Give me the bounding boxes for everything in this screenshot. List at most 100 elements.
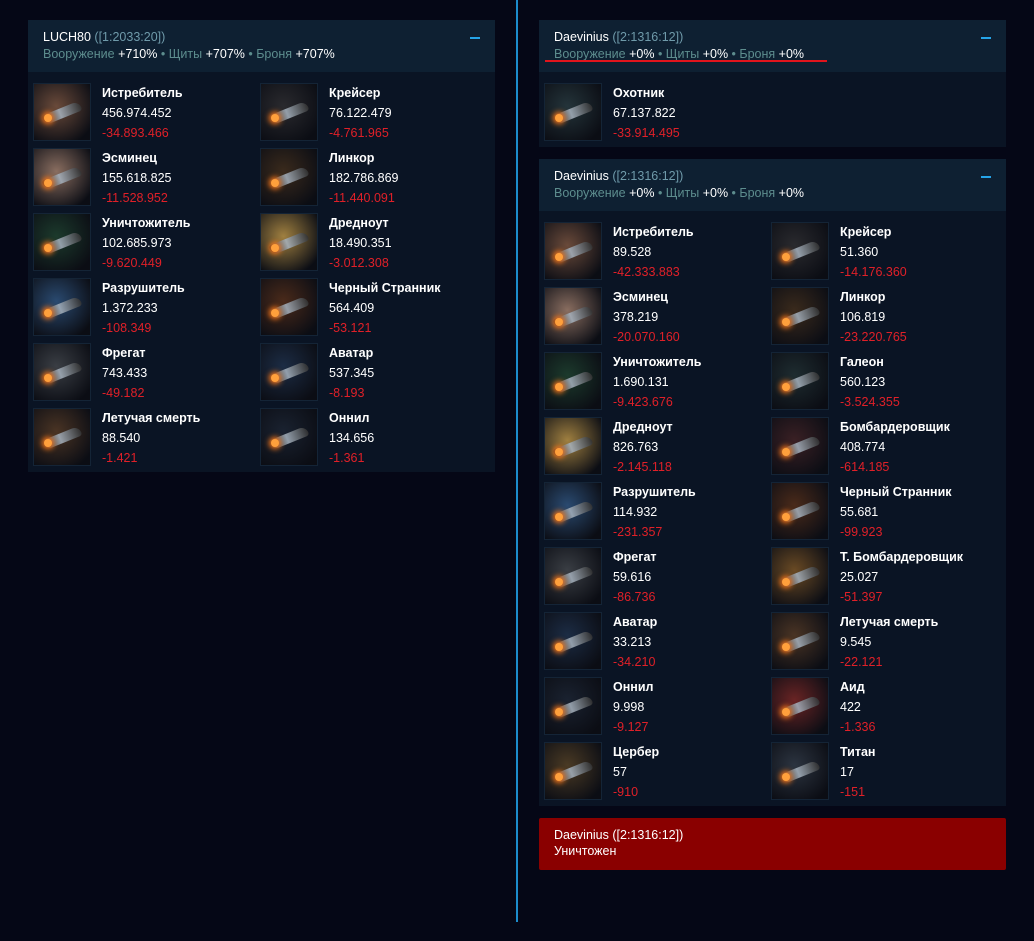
ship-name: Истребитель (102, 86, 183, 100)
ship-name: Оннил (329, 411, 370, 425)
collapse-icon[interactable] (470, 37, 480, 39)
ship-info: Черный Странник 55.681 -99.923 (840, 481, 952, 546)
ship-name: Разрушитель (102, 281, 185, 295)
ship-count: 408.774 (840, 440, 886, 454)
engine-glow (782, 383, 790, 391)
ship-item: Охотник 67.137.822 -33.914.495 (544, 82, 771, 147)
dreadnought-icon (260, 213, 318, 271)
ship-info: Уничтожитель 102.685.973 -9.620.449 (102, 212, 190, 277)
armor-label: Броня (256, 47, 292, 61)
ship-loss: -33.914.495 (613, 126, 680, 140)
wrecker-icon (33, 278, 91, 336)
ship-item: Оннил 134.656 -1.361 (260, 407, 487, 472)
ship-info: Крейсер 76.122.479 -4.761.965 (329, 82, 392, 147)
collapse-icon[interactable] (981, 176, 991, 178)
ship-item: Титан 17 -151 (771, 741, 998, 806)
ship-loss: -51.397 (840, 590, 883, 604)
ship-count: 55.681 (840, 505, 879, 519)
onnil-icon (260, 408, 318, 466)
engine-glow (44, 114, 52, 122)
fleet-tech-stats: Вооружение +710% • Щиты +707% • Броня +7… (43, 46, 480, 63)
destroyed-status: Уничтожен (554, 844, 617, 858)
ship-info: Аватар 33.213 -34.210 (613, 611, 657, 676)
armor-label: Броня (739, 47, 776, 61)
ship-loss: -8.193 (329, 386, 365, 400)
avatar-icon (544, 612, 602, 670)
engine-glow (271, 439, 279, 447)
ship-item: Аватар 537.345 -8.193 (260, 342, 487, 407)
ship-name: Цербер (613, 745, 660, 759)
ship-loss: -14.176.360 (840, 265, 907, 279)
collapse-icon[interactable] (981, 37, 991, 39)
ship-count: 25.027 (840, 570, 879, 584)
ship-info: Аватар 537.345 -8.193 (329, 342, 374, 407)
stat-separator: • (157, 47, 169, 61)
wrecker-icon (544, 482, 602, 540)
ship-loss: -9.423.676 (613, 395, 673, 409)
shields-label: Щиты (665, 47, 700, 61)
ship-name: Аид (840, 680, 865, 694)
fleet-header: Daevinius ([2:1316:12]) Вооружение +0% • … (539, 20, 1006, 72)
ship-info: Черный Странник 564.409 -53.121 (329, 277, 441, 342)
ship-item: Эсминец 155.618.825 -11.528.952 (33, 147, 260, 212)
ship-info: Истребитель 456.974.452 -34.893.466 (102, 82, 183, 147)
ship-info: Дредноут 18.490.351 -3.012.308 (329, 212, 392, 277)
ship-name: Уничтожитель (613, 355, 702, 369)
avatar-icon (260, 343, 318, 401)
ship-name: Линкор (840, 290, 886, 304)
ship-info: Оннил 134.656 -1.361 (329, 407, 374, 472)
destroyer-icon (33, 148, 91, 206)
engine-glow (782, 708, 790, 716)
weapons-label: Вооружение (554, 47, 626, 61)
ship-loss: -86.736 (613, 590, 656, 604)
fighter-icon (33, 83, 91, 141)
destroyer-icon (544, 287, 602, 345)
fleet-header: Daevinius ([2:1316:12]) Вооружение +0% • … (539, 159, 1006, 211)
ship-name: Эсминец (613, 290, 668, 304)
ship-item: Аватар 33.213 -34.210 (544, 611, 771, 676)
battleship-icon (771, 287, 829, 345)
ship-loss: -42.333.883 (613, 265, 680, 279)
shields-value: +0% (702, 186, 729, 200)
ship-count: 89.528 (613, 245, 652, 259)
engine-glow (555, 448, 563, 456)
fleet-title: Daevinius ([2:1316:12]) (554, 29, 991, 45)
destroyed-player-coords: ([2:1316:12]) (612, 828, 684, 842)
ship-count: 378.219 (613, 310, 659, 324)
ship-loss: -34.210 (613, 655, 656, 669)
stat-separator: • (654, 47, 666, 61)
battleship-icon (260, 148, 318, 206)
stat-separator: • (728, 47, 740, 61)
ship-name: Аватар (329, 346, 374, 360)
ship-info: Линкор 106.819 -23.220.765 (840, 286, 907, 351)
ship-item: Линкор 106.819 -23.220.765 (771, 286, 998, 351)
ship-item: Крейсер 76.122.479 -4.761.965 (260, 82, 487, 147)
ship-count: 18.490.351 (329, 236, 392, 250)
ship-item: Летучая смерть 9.545 -22.121 (771, 611, 998, 676)
ship-name: Оннил (613, 680, 654, 694)
annihilator-icon (33, 213, 91, 271)
weapons-value: +710% (118, 47, 158, 61)
ship-item: Фрегат 743.433 -49.182 (33, 342, 260, 407)
ship-count: 88.540 (102, 431, 141, 445)
engine-glow (44, 309, 52, 317)
ship-item: Черный Странник 55.681 -99.923 (771, 481, 998, 546)
ship-loss: -1.421 (102, 451, 138, 465)
engine-glow (44, 244, 52, 252)
ship-info: Оннил 9.998 -9.127 (613, 676, 653, 741)
ship-info: Т. Бомбардеровщик 25.027 -51.397 (840, 546, 963, 611)
ship-name: Дредноут (613, 420, 673, 434)
ship-count: 182.786.869 (329, 171, 399, 185)
ship-loss: -23.220.765 (840, 330, 907, 344)
engine-glow (782, 318, 790, 326)
engine-glow (555, 643, 563, 651)
ship-loss: -11.528.952 (102, 191, 168, 205)
ship-name: Фрегат (102, 346, 146, 360)
ship-info: Аид 422 -1.336 (840, 676, 875, 741)
ship-info: Эсминец 155.618.825 -11.528.952 (102, 147, 172, 212)
ship-count: 743.433 (102, 366, 148, 380)
ship-list: Истребитель 89.528 -42.333.883 Крейсер 51.36… (539, 211, 1006, 806)
player-coords: ([2:1316:12]) (612, 30, 684, 44)
engine-glow (555, 578, 563, 586)
engine-glow (555, 253, 563, 261)
